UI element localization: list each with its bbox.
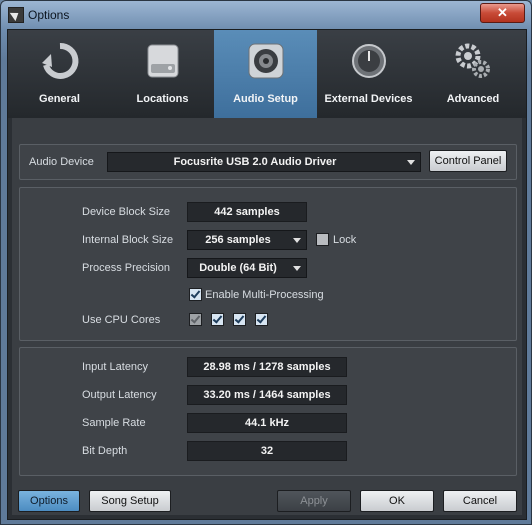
lock-checkbox[interactable] <box>316 233 329 246</box>
audio-device-panel: Audio Device Focusrite USB 2.0 Audio Dri… <box>19 144 517 180</box>
chevron-down-icon <box>293 238 301 243</box>
bit-depth-value: 32 <box>187 441 347 461</box>
tab-external-devices[interactable]: External Devices <box>317 30 420 118</box>
internal-block-size-value: 256 samples <box>205 234 271 246</box>
cpu-core-4-checkbox[interactable] <box>255 313 268 326</box>
internal-block-size-dropdown[interactable]: 256 samples <box>187 230 307 250</box>
title-bar[interactable]: Options ✕ <box>1 1 531 29</box>
sample-rate-value: 44.1 kHz <box>187 413 347 433</box>
output-latency-label: Output Latency <box>82 389 157 401</box>
control-panel-button[interactable]: Control Panel <box>429 150 507 172</box>
options-window: Options ✕ General Locations Audio Setup … <box>0 0 532 525</box>
ok-button[interactable]: OK <box>360 490 434 512</box>
input-latency-value: 28.98 ms / 1278 samples <box>187 357 347 377</box>
settings-panel: Device Block Size 442 samples Internal B… <box>19 187 517 341</box>
song-setup-button[interactable]: Song Setup <box>89 490 171 512</box>
tab-label: General <box>39 93 80 105</box>
tab-advanced[interactable]: Advanced <box>420 30 526 118</box>
speaker-icon <box>248 43 283 79</box>
tab-audio-setup[interactable]: Audio Setup <box>214 30 317 118</box>
tab-bar: General Locations Audio Setup External D… <box>8 30 526 118</box>
dialog-body: General Locations Audio Setup External D… <box>7 29 527 520</box>
close-button[interactable]: ✕ <box>480 3 525 23</box>
tab-label: Advanced <box>446 93 500 105</box>
input-latency-label: Input Latency <box>82 361 149 373</box>
audio-setup-panel: Audio Device Focusrite USB 2.0 Audio Dri… <box>12 118 522 515</box>
process-precision-dropdown[interactable]: Double (64 Bit) <box>187 258 307 278</box>
window-title: Options <box>28 8 70 22</box>
bit-depth-label: Bit Depth <box>82 445 128 457</box>
tab-label: Locations <box>136 93 189 105</box>
hard-drive-icon <box>147 44 178 78</box>
multi-processing-checkbox[interactable] <box>189 288 202 301</box>
audio-device-value: Focusrite USB 2.0 Audio Driver <box>173 156 337 168</box>
tab-label: Audio Setup <box>233 93 298 105</box>
tab-locations[interactable]: Locations <box>111 30 214 118</box>
refresh-icon <box>41 42 78 79</box>
process-precision-label: Process Precision <box>82 262 171 274</box>
options-button[interactable]: Options <box>18 490 80 512</box>
internal-block-size-label: Internal Block Size <box>82 234 174 246</box>
latency-info-panel: Input Latency 28.98 ms / 1278 samples Ou… <box>19 347 517 476</box>
cpu-core-1-checkbox <box>189 313 202 326</box>
output-latency-value: 33.20 ms / 1464 samples <box>187 385 347 405</box>
lock-label: Lock <box>333 234 357 246</box>
cancel-button[interactable]: Cancel <box>443 490 517 512</box>
multi-processing-label: Enable Multi-Processing <box>205 289 324 301</box>
sample-rate-label: Sample Rate <box>82 417 146 429</box>
process-precision-value: Double (64 Bit) <box>199 262 277 274</box>
knob-icon <box>351 44 386 78</box>
tab-label: External Devices <box>324 93 413 105</box>
audio-device-label: Audio Device <box>29 156 94 168</box>
device-block-size-value: 442 samples <box>187 202 307 222</box>
apply-button[interactable]: Apply <box>277 490 351 512</box>
cpu-cores-label: Use CPU Cores <box>82 314 161 326</box>
chevron-down-icon <box>407 160 415 165</box>
cpu-core-2-checkbox[interactable] <box>211 313 224 326</box>
tab-general[interactable]: General <box>8 30 111 118</box>
gears-icon <box>455 43 490 78</box>
app-logo-icon <box>8 7 24 23</box>
chevron-down-icon <box>293 266 301 271</box>
cpu-core-3-checkbox[interactable] <box>233 313 246 326</box>
device-block-size-label: Device Block Size <box>82 206 171 218</box>
audio-device-dropdown[interactable]: Focusrite USB 2.0 Audio Driver <box>107 152 421 172</box>
